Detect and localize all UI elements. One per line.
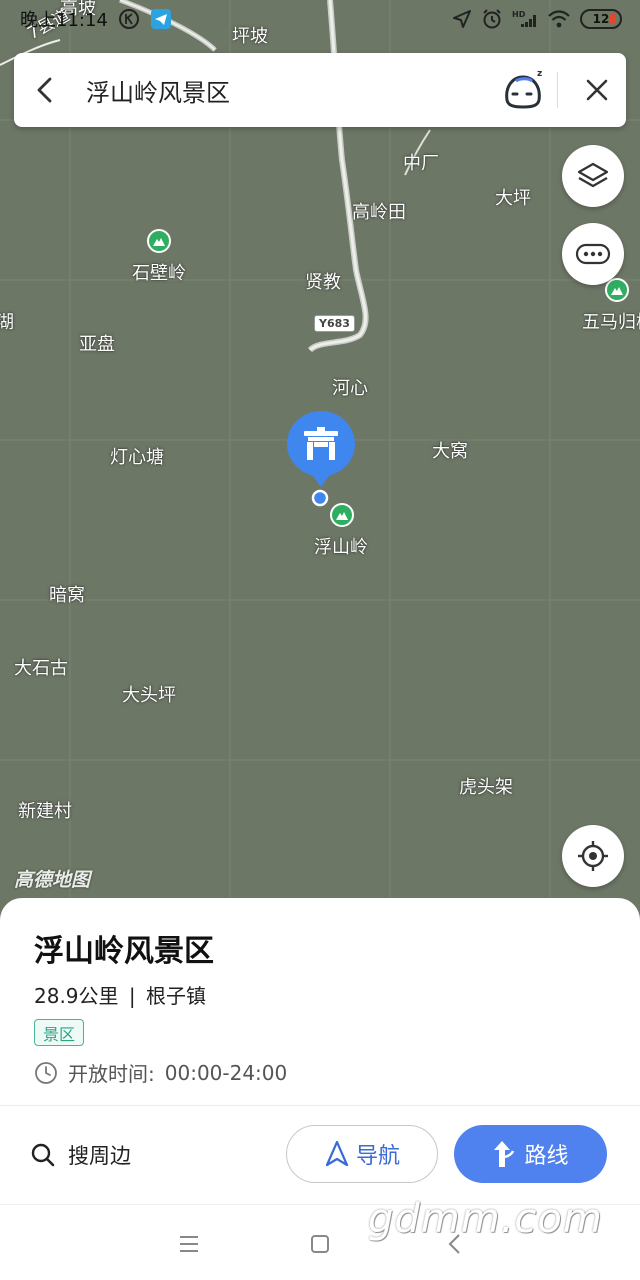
hours-label: 开放时间: [68,1062,155,1086]
place-label: 大窝 [432,441,468,462]
poi-category-tag: 景区 [34,1019,85,1046]
robot-assistant-icon: z [505,69,542,109]
place-label: 贤教 [305,272,341,293]
recents-button[interactable] [174,1229,204,1259]
mountain-icon[interactable] [330,503,354,527]
menu-icon [180,1236,198,1252]
place-label: 暗窝 [49,585,85,606]
search-query[interactable]: 浮山岭风景区 [76,73,499,108]
clear-search-button[interactable] [568,53,626,127]
poi-title: 浮山岭风景区 [34,934,214,969]
home-button[interactable] [305,1229,335,1259]
crosshair-icon [578,841,608,871]
clock-icon [35,1061,57,1084]
place-label: 浮山岭 [314,537,368,558]
road-number-badge: Y683 [314,315,355,332]
poi-detail-sheet: 浮山岭风景区 28.9公里 | 根子镇 景区 开放时间: 00:00-24:00… [0,898,640,1204]
search-divider [557,72,558,108]
place-label: 虎头架 [459,777,513,798]
square-icon [311,1235,329,1253]
poi-distance-address: 28.9公里 | 根子镇 [34,980,206,1009]
back-arrow-icon [37,77,52,103]
sheet-divider [0,1105,640,1106]
map-provider-logo: 高德地图 [14,869,91,891]
battery-indicator: 12 [580,9,622,29]
place-label: 大坪 [495,188,531,209]
alarm-icon [483,9,501,29]
status-time: 晚上11:14 [20,10,108,31]
status-bar: 晚上11:14 HD 12 [0,0,640,38]
route-button[interactable]: 路线 [454,1125,607,1183]
poi-distance: 28.9公里 [34,984,119,1008]
place-label: 河心 [332,378,368,399]
location-dot [311,489,329,507]
navigation-arrow-icon [325,1140,349,1167]
telegram-icon [150,9,171,29]
place-label: 亚盘 [79,334,115,355]
battery-level: 12 [592,12,610,26]
mountain-icon[interactable] [147,229,171,253]
place-label: 大头坪 [122,685,176,706]
place-label: 五马归槽 [582,312,640,333]
assistant-button[interactable]: z [499,65,549,115]
search-icon [31,1143,55,1167]
place-label: 高岭田 [352,202,406,223]
mountain-icon[interactable] [605,278,629,302]
more-icon [575,243,611,265]
navigate-label: 导航 [355,1144,400,1169]
place-label: 石壁岭 [132,263,186,284]
route-arrow-icon [494,1141,515,1167]
poi-opening-hours: 开放时间: 00:00-24:00 [34,1058,287,1087]
close-icon [586,79,608,101]
map-view[interactable]: 高坡 坪坡 7县道 中厂 大坪 高岭田 石壁岭 贤教 五马归槽 湖 亚盘 河心 … [0,0,640,930]
layers-icon [577,162,609,188]
hours-value: 00:00-24:00 [164,1060,288,1085]
watermark: gdmm.com [368,1196,603,1242]
svg-text:HD: HD [512,10,526,19]
svg-text:z: z [537,69,542,79]
wifi-icon [548,10,570,28]
place-label: 中厂 [403,153,439,174]
signal-hd-icon: HD [512,10,536,27]
place-label: 湖 [0,312,14,333]
search-nearby-button[interactable]: 搜周边 [30,1127,131,1183]
search-nearby-label: 搜周边 [68,1144,131,1168]
place-label: 灯心塘 [110,447,164,468]
back-button[interactable] [14,53,76,127]
navigate-button[interactable]: 导航 [286,1125,438,1183]
search-bar[interactable]: 浮山岭风景区 z [14,53,626,127]
more-tools-button[interactable] [562,223,624,285]
route-label: 路线 [524,1144,569,1169]
place-label: 大石古 [14,658,68,679]
k-app-icon [118,9,139,29]
location-arrow-icon [453,10,471,28]
place-label: 新建村 [18,801,72,822]
layers-button[interactable] [562,145,624,207]
poi-marker[interactable] [286,409,356,495]
poi-separator: | [128,984,136,1008]
poi-town: 根子镇 [146,984,206,1008]
locate-me-button[interactable] [562,825,624,887]
